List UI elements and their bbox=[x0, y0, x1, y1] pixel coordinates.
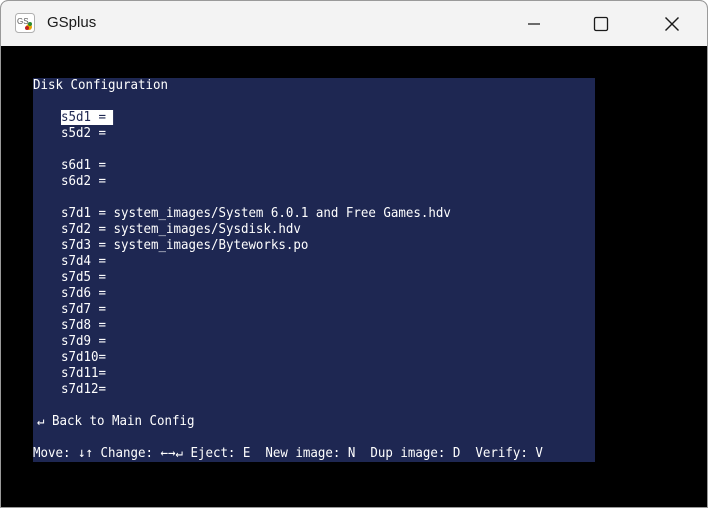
minimize-button[interactable] bbox=[511, 1, 557, 46]
drive-entry-s7d1[interactable]: s7d1 = system_images/System 6.0.1 and Fr… bbox=[61, 206, 451, 222]
drive-entry-s7d7[interactable]: s7d7 = bbox=[61, 302, 106, 318]
drive-entry-s7d11[interactable]: s7d11= bbox=[61, 366, 106, 382]
close-icon bbox=[665, 16, 679, 31]
maximize-icon bbox=[593, 16, 609, 31]
apple2-text-display: Disk Configuration s5d1 = s5d2 = s6d1 = … bbox=[33, 78, 595, 462]
drive-entry-s7d10[interactable]: s7d10= bbox=[61, 350, 106, 366]
window-title: GSplus bbox=[47, 14, 97, 31]
drive-entry-s7d3[interactable]: s7d3 = system_images/Byteworks.po bbox=[61, 238, 308, 254]
close-button[interactable] bbox=[649, 1, 695, 46]
title-bar[interactable]: GS GSplus bbox=[1, 1, 707, 46]
maximize-button[interactable] bbox=[578, 1, 624, 46]
back-to-main-config[interactable]: ↵ Back to Main Config bbox=[37, 414, 194, 430]
drive-entry-s5d1[interactable]: s5d1 = bbox=[61, 110, 114, 126]
drive-entry-s7d2[interactable]: s7d2 = system_images/Sysdisk.hdv bbox=[61, 222, 301, 238]
drive-entry-s7d9[interactable]: s7d9 = bbox=[61, 334, 106, 350]
drive-entry-s7d4[interactable]: s7d4 = bbox=[61, 254, 106, 270]
emulator-screen[interactable]: Disk Configuration s5d1 = s5d2 = s6d1 = … bbox=[1, 46, 707, 507]
minimize-icon bbox=[528, 22, 540, 25]
drive-entry-s6d1[interactable]: s6d1 = bbox=[61, 158, 106, 174]
gsplus-window: GS GSplus Disk Configuration s5d1 = s5d2… bbox=[0, 0, 708, 508]
drive-entry-s7d6[interactable]: s7d6 = bbox=[61, 286, 106, 302]
gsplus-app-icon: GS bbox=[15, 13, 35, 33]
drive-entry-s5d2[interactable]: s5d2 = bbox=[61, 126, 106, 142]
drive-entry-s7d12[interactable]: s7d12= bbox=[61, 382, 106, 398]
help-line: Move: ↓↑ Change: ←→↵ Eject: E New image:… bbox=[33, 446, 543, 461]
drive-entry-s6d2[interactable]: s6d2 = bbox=[61, 174, 106, 190]
screen-heading: Disk Configuration bbox=[33, 78, 168, 93]
drive-entry-s7d8[interactable]: s7d8 = bbox=[61, 318, 106, 334]
selection-cursor: s5d1 = bbox=[61, 110, 114, 125]
drive-entry-s7d5[interactable]: s7d5 = bbox=[61, 270, 106, 286]
svg-text:GS: GS bbox=[17, 17, 29, 26]
